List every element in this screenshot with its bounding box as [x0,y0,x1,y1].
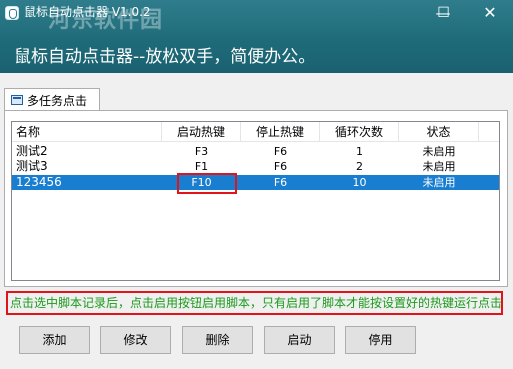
tab-panel: 名称 启动热键 停止热键 循环次数 状态 测试2 F3 F6 1 未启用 测试3… [4,110,508,287]
cell-name: 测试2 [16,144,48,158]
table-row[interactable]: 测试3 F1 F6 2 未启用 [12,159,499,174]
tab-multi-task-click[interactable]: 多任务点击 [4,88,100,111]
slogan: 鼠标自动点击器--放松双手，简便办公。 [14,47,316,67]
column-header-status[interactable]: 状态 [399,122,479,142]
tab-label: 多任务点击 [27,93,88,108]
title-bar: 河东软件园 鼠标自动点击器 V1.0.2 — ☐ ✕ 鼠标自动点击器--放松双手… [0,0,513,73]
column-header-name[interactable]: 名称 [12,122,162,142]
cell-status: 未启用 [422,176,456,189]
disable-button[interactable]: 停用 [345,326,416,354]
highlight-box [177,173,237,194]
cell-name: 123456 [16,175,62,189]
column-header-start-key[interactable]: 启动热键 [162,122,241,142]
cell-loops: 1 [356,145,363,158]
delete-button[interactable]: 删除 [182,326,253,354]
script-list[interactable]: 名称 启动热键 停止热键 循环次数 状态 测试2 F3 F6 1 未启用 测试3… [11,121,500,281]
add-button[interactable]: 添加 [19,326,90,354]
instruction-text: 点击选中脚本记录后，点击启用按钮启用脚本，只有启用了脚本才能按设置好的热键运行点… [6,291,503,315]
app-mouse-icon [5,6,19,20]
window-icon [11,95,23,105]
cell-status: 未启用 [422,160,456,173]
cell-stop-key: F6 [273,176,288,189]
table-row-selected[interactable]: 123456 F10 F6 10 未启用 [12,175,499,190]
cell-stop-key: F6 [273,145,288,158]
start-button[interactable]: 启动 [264,326,335,354]
cell-start-key: F3 [194,145,209,158]
list-header: 名称 启动热键 停止热键 循环次数 状态 [12,122,499,142]
edit-button[interactable]: 修改 [100,326,171,354]
cell-name: 测试3 [16,159,48,173]
cell-status: 未启用 [422,145,456,158]
column-header-loops[interactable]: 循环次数 [320,122,399,142]
table-row[interactable]: 测试2 F3 F6 1 未启用 [12,144,499,159]
window-title: 鼠标自动点击器 V1.0.2 [24,5,151,19]
cell-stop-key: F6 [273,160,288,173]
close-button[interactable]: ✕ [467,0,513,26]
cell-loops: 2 [356,160,363,173]
column-header-stop-key[interactable]: 停止热键 [241,122,320,142]
maximize-button[interactable]: ☐ [432,0,455,26]
cell-loops: 10 [352,176,367,189]
cell-start-key: F1 [194,160,209,173]
